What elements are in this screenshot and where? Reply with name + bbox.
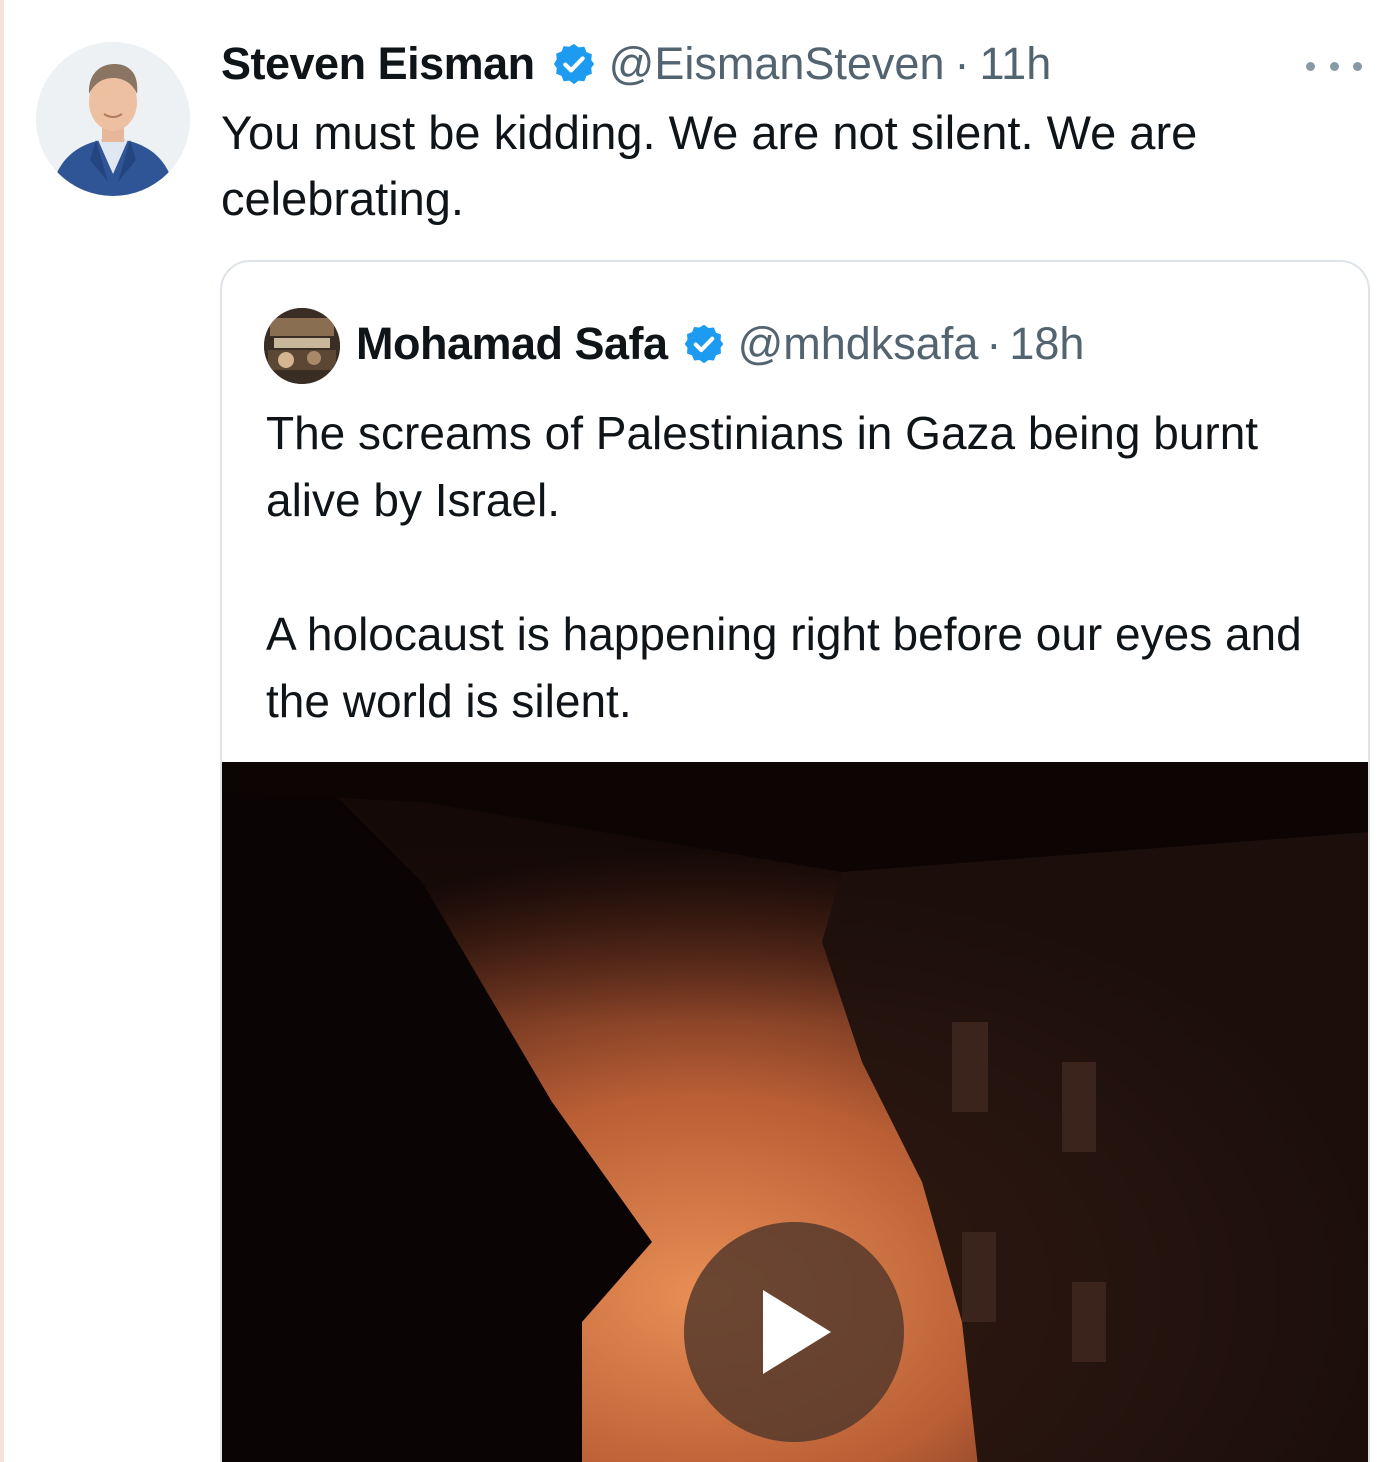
tweet-header: Steven Eisman @EismanSteven · 11h <box>221 34 1051 94</box>
tweet-body-text: You must be kidding. We are not silent. … <box>221 106 1198 225</box>
video-player[interactable] <box>222 762 1368 1462</box>
quoted-author-display-name[interactable]: Mohamad Safa <box>356 318 668 370</box>
tweet-page: Steven Eisman @EismanSteven · 11h You mu… <box>0 0 1390 1462</box>
quoted-tweet-paragraph: A holocaust is happening right before ou… <box>266 608 1302 727</box>
play-icon[interactable] <box>684 1222 904 1442</box>
quoted-author-avatar <box>264 308 340 384</box>
quoted-tweet-paragraph: The screams of Palestinians in Gaza bein… <box>266 407 1259 526</box>
left-edge-strip <box>0 0 4 1462</box>
person-in-suit-avatar-icon <box>36 42 190 196</box>
separator-dot: · <box>986 318 1002 369</box>
verified-badge-icon <box>682 322 726 366</box>
author-display-name[interactable]: Steven Eisman <box>221 38 535 90</box>
quoted-tweet-timestamp[interactable]: 18h <box>1009 318 1084 370</box>
verified-badge-icon <box>551 41 597 87</box>
author-avatar[interactable] <box>36 42 190 196</box>
quoted-tweet-card[interactable]: Mohamad Safa @mhdksafa · 18h The screams… <box>220 260 1370 1462</box>
quoted-tweet-body: The screams of Palestinians in Gaza bein… <box>266 400 1326 735</box>
quoted-tweet-header: Mohamad Safa @mhdksafa · 18h <box>356 314 1084 374</box>
separator-dot: · <box>954 38 970 89</box>
profile-photo-avatar-icon <box>264 308 340 384</box>
quoted-author-handle[interactable]: @mhdksafa <box>738 318 979 370</box>
more-horizontal-icon[interactable] <box>1306 54 1362 78</box>
author-handle[interactable]: @EismanSteven <box>609 38 945 90</box>
tweet-timestamp[interactable]: 11h <box>980 38 1052 90</box>
